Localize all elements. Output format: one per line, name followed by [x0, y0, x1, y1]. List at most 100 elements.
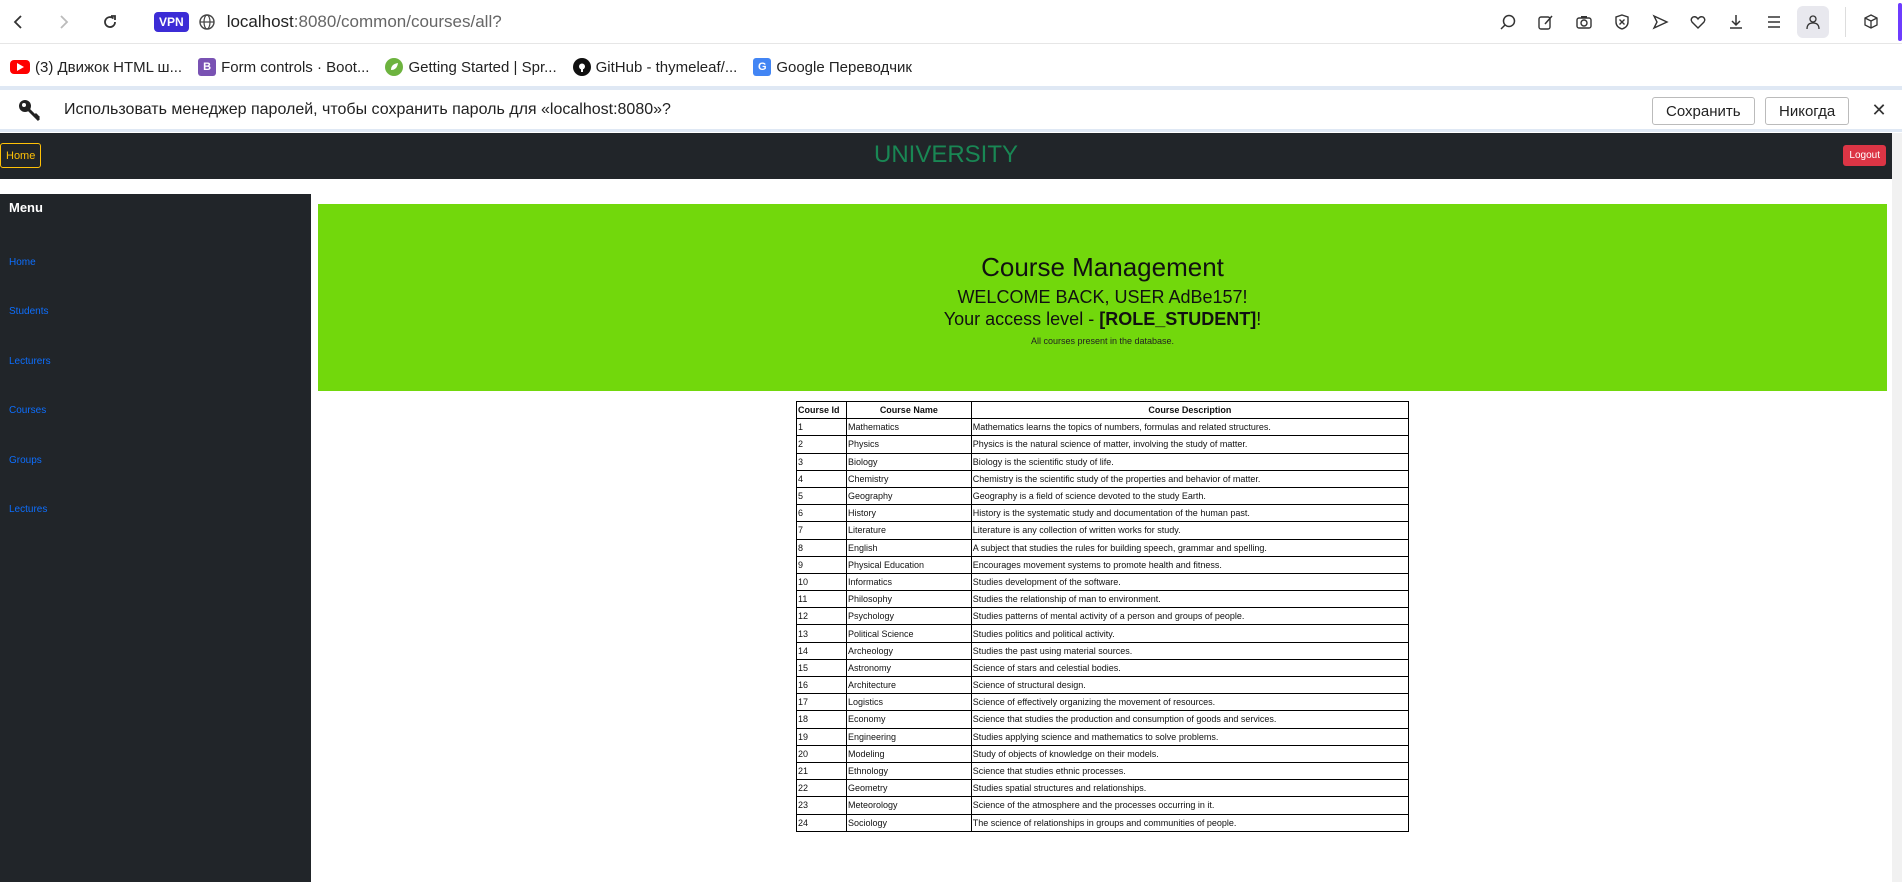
course-name-cell: Physical Education — [845, 555, 972, 574]
course-id-cell: 6 — [796, 504, 847, 523]
table-row: 9 Physical Education Encourages movement s… — [796, 555, 1410, 574]
profile-icon[interactable] — [1797, 6, 1829, 38]
download-icon[interactable] — [1717, 3, 1755, 41]
sidebar-item-lectures[interactable]: Lectures — [9, 504, 47, 515]
course-description-cell: Studies politics and political activity. — [970, 624, 1410, 643]
course-description-cell: Chemistry is the scientific study of the… — [970, 469, 1410, 488]
course-id-cell: 22 — [796, 779, 847, 798]
edit-icon[interactable] — [1527, 3, 1565, 41]
bookmark-youtube[interactable]: (3) Движок HTML ш... — [10, 59, 182, 76]
logout-button[interactable]: Logout — [1843, 145, 1886, 166]
table-row: 8 English A subject that studies the rules… — [796, 538, 1410, 557]
course-description-cell: A subject that studies the rules for bui… — [970, 538, 1410, 557]
course-name-cell: Meteorology — [845, 796, 972, 815]
course-description-cell: Encourages movement systems to promote h… — [970, 555, 1410, 574]
table-row: 23 Meteorology Science of the atmosphere a… — [796, 796, 1410, 815]
reload-icon — [104, 14, 116, 28]
sidebar-item-lecturers[interactable]: Lecturers — [9, 356, 51, 367]
zoom-search-icon[interactable] — [1489, 3, 1527, 41]
browser-toolbar: VPN localhost:8080/common/courses/all? — [0, 0, 1902, 44]
course-description-cell: Physics is the natural science of matter… — [970, 435, 1410, 454]
github-icon — [572, 58, 591, 76]
course-description-cell: Studies the relationship of man to envir… — [970, 590, 1410, 609]
table-row: 2 Physics Physics is the natural science o… — [796, 435, 1410, 454]
course-name-cell: Physics — [845, 435, 972, 454]
bookmark-github[interactable]: GitHub - thymeleaf/... — [572, 58, 738, 76]
course-id-cell: 19 — [796, 727, 847, 746]
course-id-cell: 11 — [796, 590, 847, 609]
course-name-cell: Architecture — [845, 675, 972, 695]
send-icon[interactable] — [1641, 3, 1679, 41]
shield-block-icon[interactable] — [1603, 3, 1641, 41]
sidebar-item-students[interactable]: Students — [9, 306, 48, 317]
back-arrow-icon — [13, 14, 22, 29]
course-id-cell: 5 — [796, 486, 847, 506]
course-id-cell: 23 — [796, 796, 847, 815]
course-name-cell: Modeling — [845, 744, 972, 763]
vertical-scrollbar[interactable] — [1892, 133, 1902, 882]
globe-icon[interactable] — [197, 12, 217, 32]
course-id-cell: 3 — [796, 452, 847, 471]
course-description-cell: History is the systematic study and docu… — [970, 504, 1410, 523]
course-description-cell: Studies the past using material sources. — [970, 641, 1410, 660]
course-description-cell: Studies patterns of mental activity of a… — [970, 607, 1410, 626]
course-id-cell: 8 — [796, 538, 847, 557]
forward-button[interactable] — [46, 4, 82, 40]
course-id-cell: 24 — [796, 813, 847, 832]
welcome-message: WELCOME BACK, USER AdBe157! — [957, 287, 1248, 307]
password-manager-bar: Использовать менеджер паролей, чтобы сох… — [0, 90, 1902, 132]
bookmark-google-translate[interactable]: G Google Переводчик — [753, 58, 912, 76]
course-description-cell: Literature is any collection of written … — [970, 521, 1410, 540]
course-id-cell: 16 — [796, 675, 847, 695]
sidebar-item-courses[interactable]: Courses — [9, 405, 46, 416]
course-id-cell: 7 — [796, 521, 847, 540]
course-description-cell: Study of objects of knowledge on their m… — [970, 744, 1410, 763]
table-row: 3 Biology Biology is the scientific study … — [796, 452, 1410, 471]
sidebar-accent-tab[interactable] — [1898, 3, 1902, 41]
course-name-cell: Biology — [845, 452, 972, 471]
welcome-banner: Course Management WELCOME BACK, USER AdB… — [318, 204, 1887, 391]
column-header-description: Course Description — [970, 400, 1410, 420]
bookmarks-bar: (3) Движок HTML ш... B Form controls · B… — [0, 48, 1902, 86]
page-content: Home UNIVERSITY Logout Menu Home Student… — [0, 133, 1902, 882]
course-name-cell: Psychology — [845, 607, 972, 626]
table-row: 11 Philosophy Studies the relationship of … — [796, 590, 1410, 609]
sidebar-item-groups[interactable]: Groups — [9, 455, 42, 466]
course-id-cell: 15 — [796, 658, 847, 678]
table-row: 13 Political Science Studies politics and … — [796, 624, 1410, 643]
address-bar[interactable]: localhost:8080/common/courses/all? — [227, 12, 502, 32]
banner-subtitle: All courses present in the database. — [1030, 336, 1175, 346]
course-id-cell: 17 — [796, 693, 847, 712]
course-name-cell: Informatics — [845, 572, 972, 592]
course-id-cell: 13 — [796, 624, 847, 643]
course-name-cell: Logistics — [845, 693, 972, 712]
bootstrap-icon: B — [198, 58, 217, 76]
extension-cube-icon[interactable] — [1852, 3, 1890, 41]
forward-arrow-icon — [60, 14, 69, 29]
course-id-cell: 18 — [796, 710, 847, 729]
never-save-button[interactable]: Никогда — [1765, 97, 1850, 125]
bookmark-label: GitHub - thymeleaf/... — [595, 58, 738, 76]
back-button[interactable] — [0, 4, 36, 40]
access-prefix: Your access level - — [943, 309, 1100, 329]
reload-button[interactable] — [92, 4, 128, 40]
course-name-cell: Chemistry — [845, 469, 972, 488]
table-row: 1 Mathematics Mathematics learns the topic… — [796, 418, 1410, 437]
course-id-cell: 14 — [796, 641, 847, 660]
course-name-cell: Literature — [845, 521, 972, 540]
table-row: 21 Ethnology Science that studies ethnic p… — [796, 761, 1410, 781]
vpn-badge[interactable]: VPN — [154, 11, 189, 32]
course-name-cell: Archeology — [845, 641, 972, 660]
course-description-cell: Science of stars and celestial bodies. — [970, 658, 1410, 678]
bookmark-bootstrap[interactable]: B Form controls · Boot... — [198, 58, 369, 76]
save-password-button[interactable]: Сохранить — [1652, 97, 1755, 125]
sidebar-item-home[interactable]: Home — [9, 257, 36, 268]
sidebar-menu: Menu Home Students Lecturers Courses Gro… — [0, 194, 311, 882]
bookmark-spring[interactable]: Getting Started | Spr... — [385, 58, 557, 76]
course-name-cell: Geometry — [845, 779, 972, 798]
menu-list-icon[interactable] — [1755, 3, 1793, 41]
camera-icon[interactable] — [1565, 3, 1603, 41]
heart-icon[interactable] — [1679, 3, 1717, 41]
close-icon[interactable]: ✕ — [1868, 99, 1890, 121]
column-header-id: Course Id — [796, 400, 847, 420]
